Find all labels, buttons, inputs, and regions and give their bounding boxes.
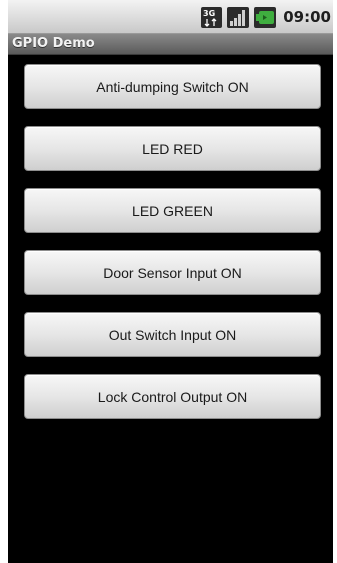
- led-green-button[interactable]: LED GREEN: [24, 188, 321, 233]
- status-clock: 09:00: [283, 8, 331, 26]
- svg-text:3G: 3G: [203, 9, 215, 18]
- battery-icon: [254, 6, 277, 28]
- status-icons: 3G 09:00: [201, 6, 331, 28]
- anti-dumping-switch-button[interactable]: Anti-dumping Switch ON: [24, 64, 321, 109]
- out-switch-input-button[interactable]: Out Switch Input ON: [24, 312, 321, 357]
- status-bar: 3G 09:00: [8, 0, 333, 34]
- lock-control-output-button[interactable]: Lock Control Output ON: [24, 374, 321, 419]
- phone-screen: 3G 09:00 GPIO Demo Anti-dumping Switch O…: [8, 0, 333, 563]
- door-sensor-input-button[interactable]: Door Sensor Input ON: [24, 250, 321, 295]
- signal-strength-icon: [227, 6, 250, 28]
- led-red-button[interactable]: LED RED: [24, 126, 321, 171]
- app-title: GPIO Demo: [12, 36, 95, 51]
- 3g-icon: 3G: [201, 6, 223, 28]
- app-title-bar: GPIO Demo: [8, 34, 333, 55]
